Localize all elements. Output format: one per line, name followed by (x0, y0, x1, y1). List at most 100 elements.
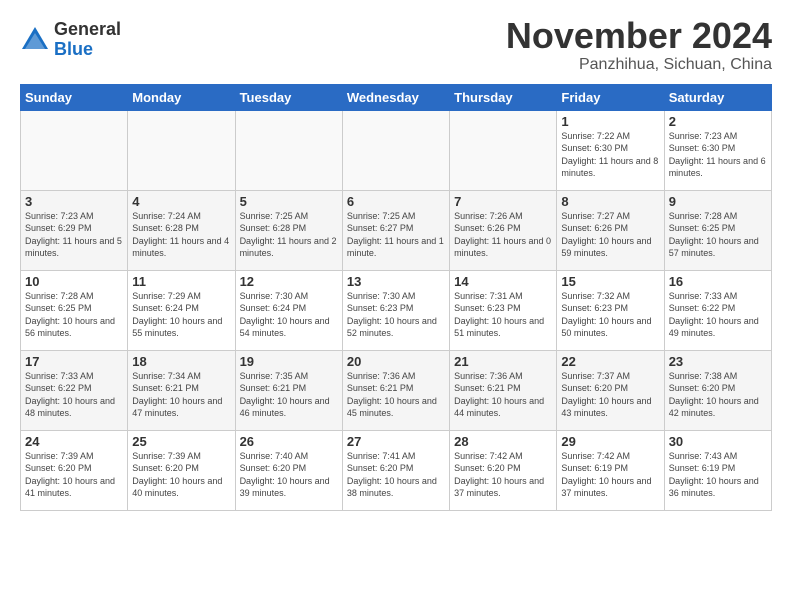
day-number: 19 (240, 354, 338, 369)
month-title: November 2024 (506, 16, 772, 56)
day-number: 14 (454, 274, 552, 289)
calendar-cell: 23Sunrise: 7:38 AM Sunset: 6:20 PM Dayli… (664, 350, 771, 430)
day-number: 24 (25, 434, 123, 449)
day-info: Sunrise: 7:42 AM Sunset: 6:19 PM Dayligh… (561, 450, 659, 500)
day-number: 23 (669, 354, 767, 369)
day-info: Sunrise: 7:39 AM Sunset: 6:20 PM Dayligh… (132, 450, 230, 500)
day-info: Sunrise: 7:38 AM Sunset: 6:20 PM Dayligh… (669, 370, 767, 420)
calendar-cell (235, 110, 342, 190)
calendar-cell: 9Sunrise: 7:28 AM Sunset: 6:25 PM Daylig… (664, 190, 771, 270)
calendar-cell: 18Sunrise: 7:34 AM Sunset: 6:21 PM Dayli… (128, 350, 235, 430)
calendar-cell: 26Sunrise: 7:40 AM Sunset: 6:20 PM Dayli… (235, 430, 342, 510)
calendar-cell: 25Sunrise: 7:39 AM Sunset: 6:20 PM Dayli… (128, 430, 235, 510)
day-info: Sunrise: 7:30 AM Sunset: 6:23 PM Dayligh… (347, 290, 445, 340)
week-row-4: 24Sunrise: 7:39 AM Sunset: 6:20 PM Dayli… (21, 430, 772, 510)
day-info: Sunrise: 7:25 AM Sunset: 6:28 PM Dayligh… (240, 210, 338, 260)
day-number: 21 (454, 354, 552, 369)
day-info: Sunrise: 7:25 AM Sunset: 6:27 PM Dayligh… (347, 210, 445, 260)
logo-general: General (54, 20, 121, 40)
calendar-cell: 16Sunrise: 7:33 AM Sunset: 6:22 PM Dayli… (664, 270, 771, 350)
day-number: 3 (25, 194, 123, 209)
day-number: 8 (561, 194, 659, 209)
col-monday: Monday (128, 84, 235, 110)
day-number: 4 (132, 194, 230, 209)
day-number: 18 (132, 354, 230, 369)
page: General Blue November 2024 Panzhihua, Si… (0, 0, 792, 521)
calendar-cell: 13Sunrise: 7:30 AM Sunset: 6:23 PM Dayli… (342, 270, 449, 350)
day-number: 7 (454, 194, 552, 209)
logo-blue: Blue (54, 40, 121, 60)
calendar-cell (450, 110, 557, 190)
day-number: 9 (669, 194, 767, 209)
calendar-cell: 1Sunrise: 7:22 AM Sunset: 6:30 PM Daylig… (557, 110, 664, 190)
calendar-cell: 28Sunrise: 7:42 AM Sunset: 6:20 PM Dayli… (450, 430, 557, 510)
calendar-cell: 19Sunrise: 7:35 AM Sunset: 6:21 PM Dayli… (235, 350, 342, 430)
day-info: Sunrise: 7:34 AM Sunset: 6:21 PM Dayligh… (132, 370, 230, 420)
calendar-cell: 3Sunrise: 7:23 AM Sunset: 6:29 PM Daylig… (21, 190, 128, 270)
day-info: Sunrise: 7:31 AM Sunset: 6:23 PM Dayligh… (454, 290, 552, 340)
week-row-3: 17Sunrise: 7:33 AM Sunset: 6:22 PM Dayli… (21, 350, 772, 430)
day-number: 10 (25, 274, 123, 289)
day-info: Sunrise: 7:28 AM Sunset: 6:25 PM Dayligh… (669, 210, 767, 260)
col-tuesday: Tuesday (235, 84, 342, 110)
day-info: Sunrise: 7:42 AM Sunset: 6:20 PM Dayligh… (454, 450, 552, 500)
day-info: Sunrise: 7:36 AM Sunset: 6:21 PM Dayligh… (347, 370, 445, 420)
header-row: Sunday Monday Tuesday Wednesday Thursday… (21, 84, 772, 110)
calendar-cell: 11Sunrise: 7:29 AM Sunset: 6:24 PM Dayli… (128, 270, 235, 350)
calendar-cell: 17Sunrise: 7:33 AM Sunset: 6:22 PM Dayli… (21, 350, 128, 430)
day-info: Sunrise: 7:33 AM Sunset: 6:22 PM Dayligh… (669, 290, 767, 340)
day-info: Sunrise: 7:41 AM Sunset: 6:20 PM Dayligh… (347, 450, 445, 500)
col-thursday: Thursday (450, 84, 557, 110)
day-info: Sunrise: 7:26 AM Sunset: 6:26 PM Dayligh… (454, 210, 552, 260)
calendar-cell: 22Sunrise: 7:37 AM Sunset: 6:20 PM Dayli… (557, 350, 664, 430)
day-info: Sunrise: 7:37 AM Sunset: 6:20 PM Dayligh… (561, 370, 659, 420)
day-info: Sunrise: 7:39 AM Sunset: 6:20 PM Dayligh… (25, 450, 123, 500)
week-row-2: 10Sunrise: 7:28 AM Sunset: 6:25 PM Dayli… (21, 270, 772, 350)
day-info: Sunrise: 7:30 AM Sunset: 6:24 PM Dayligh… (240, 290, 338, 340)
day-number: 29 (561, 434, 659, 449)
calendar-cell (21, 110, 128, 190)
logo-text: General Blue (54, 20, 121, 60)
calendar-cell: 29Sunrise: 7:42 AM Sunset: 6:19 PM Dayli… (557, 430, 664, 510)
day-info: Sunrise: 7:23 AM Sunset: 6:30 PM Dayligh… (669, 130, 767, 180)
day-number: 2 (669, 114, 767, 129)
logo-icon (20, 25, 50, 55)
day-number: 30 (669, 434, 767, 449)
day-info: Sunrise: 7:23 AM Sunset: 6:29 PM Dayligh… (25, 210, 123, 260)
day-info: Sunrise: 7:33 AM Sunset: 6:22 PM Dayligh… (25, 370, 123, 420)
calendar-cell: 21Sunrise: 7:36 AM Sunset: 6:21 PM Dayli… (450, 350, 557, 430)
day-info: Sunrise: 7:22 AM Sunset: 6:30 PM Dayligh… (561, 130, 659, 180)
day-info: Sunrise: 7:28 AM Sunset: 6:25 PM Dayligh… (25, 290, 123, 340)
day-info: Sunrise: 7:43 AM Sunset: 6:19 PM Dayligh… (669, 450, 767, 500)
calendar-cell: 12Sunrise: 7:30 AM Sunset: 6:24 PM Dayli… (235, 270, 342, 350)
day-info: Sunrise: 7:36 AM Sunset: 6:21 PM Dayligh… (454, 370, 552, 420)
day-number: 17 (25, 354, 123, 369)
day-number: 26 (240, 434, 338, 449)
calendar-cell: 15Sunrise: 7:32 AM Sunset: 6:23 PM Dayli… (557, 270, 664, 350)
week-row-1: 3Sunrise: 7:23 AM Sunset: 6:29 PM Daylig… (21, 190, 772, 270)
title-block: November 2024 Panzhihua, Sichuan, China (506, 16, 772, 74)
day-info: Sunrise: 7:35 AM Sunset: 6:21 PM Dayligh… (240, 370, 338, 420)
day-number: 13 (347, 274, 445, 289)
header: General Blue November 2024 Panzhihua, Si… (20, 16, 772, 74)
calendar-cell (128, 110, 235, 190)
calendar-cell: 8Sunrise: 7:27 AM Sunset: 6:26 PM Daylig… (557, 190, 664, 270)
day-number: 15 (561, 274, 659, 289)
day-number: 5 (240, 194, 338, 209)
day-number: 1 (561, 114, 659, 129)
calendar-cell: 30Sunrise: 7:43 AM Sunset: 6:19 PM Dayli… (664, 430, 771, 510)
calendar-cell: 24Sunrise: 7:39 AM Sunset: 6:20 PM Dayli… (21, 430, 128, 510)
day-number: 22 (561, 354, 659, 369)
calendar-cell: 14Sunrise: 7:31 AM Sunset: 6:23 PM Dayli… (450, 270, 557, 350)
col-sunday: Sunday (21, 84, 128, 110)
day-number: 25 (132, 434, 230, 449)
day-number: 27 (347, 434, 445, 449)
day-number: 20 (347, 354, 445, 369)
calendar-cell (342, 110, 449, 190)
day-info: Sunrise: 7:27 AM Sunset: 6:26 PM Dayligh… (561, 210, 659, 260)
location: Panzhihua, Sichuan, China (506, 56, 772, 74)
calendar-cell: 4Sunrise: 7:24 AM Sunset: 6:28 PM Daylig… (128, 190, 235, 270)
calendar-cell: 6Sunrise: 7:25 AM Sunset: 6:27 PM Daylig… (342, 190, 449, 270)
day-number: 12 (240, 274, 338, 289)
week-row-0: 1Sunrise: 7:22 AM Sunset: 6:30 PM Daylig… (21, 110, 772, 190)
